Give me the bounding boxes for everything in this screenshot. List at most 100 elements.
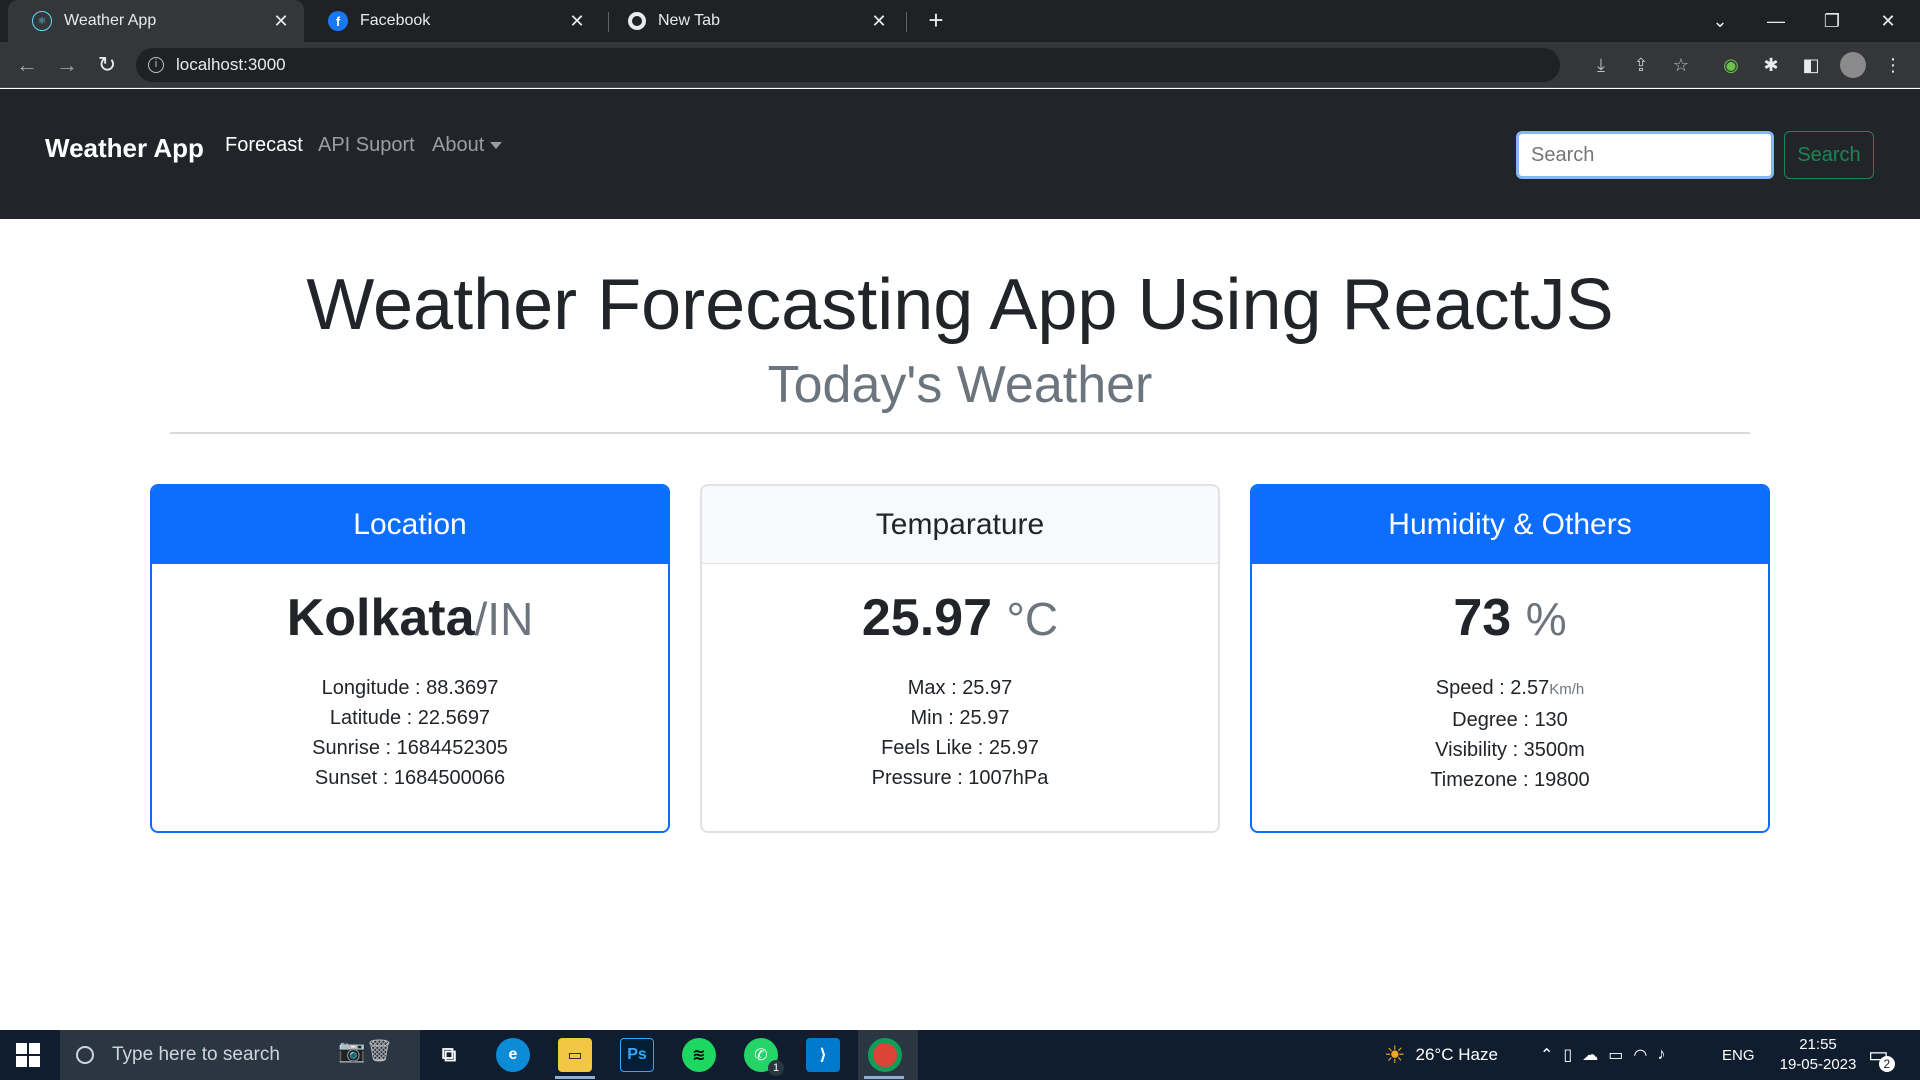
react-icon: ⚛ [32,11,52,31]
share-icon[interactable]: ⇪ [1628,52,1654,78]
install-app-icon[interactable]: ⤓ [1588,52,1614,78]
menu-kebab-icon[interactable]: ⋮ [1880,52,1906,78]
taskbar: Type here to search 📷🗑 ⧉ e ▭ Ps ≋ ✆ 1 ⟩ … [0,1030,1920,1080]
windows-start-icon[interactable] [16,1043,40,1067]
speed-label: Speed : 2.57 [1435,677,1550,699]
temp-unit: °C [1006,593,1059,645]
whatsapp-badge: 1 [768,1060,784,1076]
tab-title: Weather App [64,12,157,29]
browser-tab-bar: ⚛ Weather App ✕ f Facebook ✕ New Tab ✕ +… [0,0,1920,42]
active-indicator [864,1076,904,1079]
notifications-button[interactable]: ▭ 2 [1868,1030,1895,1080]
longitude: Longitude : 88.3697 [321,677,499,699]
search-input[interactable] [1516,131,1774,179]
close-icon[interactable]: ✕ [566,11,588,32]
search-icon [76,1046,94,1064]
forward-button[interactable]: → [52,50,82,80]
extension-icon[interactable]: ◉ [1718,52,1744,78]
humidity-number: 73 [1453,589,1512,647]
card-body: 25.97 °C Max : 25.97 Min : 25.97 Feels L… [702,564,1218,793]
card-body: 73 % Speed : 2.57Km/h Degree : 130 Visib… [1252,564,1768,795]
close-icon: ✕ [1880,10,1896,31]
location-details: Longitude : 88.3697 Latitude : 22.5697 S… [152,673,668,793]
close-icon[interactable]: ✕ [270,11,292,32]
humidity-unit: % [1525,593,1567,645]
sunset: Sunset : 1684500066 [314,767,506,789]
url-text: localhost:3000 [176,55,286,74]
clock-time: 21:55 [1799,1036,1837,1053]
restore-button[interactable]: ❐ [1804,0,1860,42]
about-label: About [432,134,485,156]
nav-dropdown-about[interactable]: About [432,134,503,157]
device-icon: ▯ [1563,1047,1583,1064]
wind-degree: Degree : 130 [1452,709,1568,731]
taskbar-search[interactable]: Type here to search 📷🗑 [60,1030,420,1080]
humidity-details: Speed : 2.57Km/h Degree : 130 Visibility… [1252,673,1768,795]
system-tray-icons[interactable]: ⌃ ▯ ☁ ▭ ◠ ♪ [1540,1030,1675,1080]
bookmark-star-icon[interactable]: ☆ [1668,52,1694,78]
close-icon[interactable]: ✕ [868,11,890,32]
search-button[interactable]: Search [1784,131,1874,179]
tab-separator [906,12,907,32]
language-indicator[interactable]: ENG [1722,1030,1755,1080]
card-header: Temparature [702,486,1218,564]
humidity-value: 73 % [1252,586,1768,651]
tab-weather-app[interactable]: ⚛ Weather App ✕ [8,0,304,42]
tab-search-button[interactable]: ⌄ [1692,0,1748,42]
tab-title: Facebook [360,12,431,29]
info-icon: i [148,57,164,73]
notification-count: 2 [1878,1056,1895,1072]
sunrise: Sunrise : 1684452305 [312,737,508,759]
close-window-button[interactable]: ✕ [1860,0,1916,42]
reload-button[interactable]: ↻ [92,50,122,80]
latitude: Latitude : 22.5697 [329,707,491,729]
restore-icon: ❐ [1823,10,1841,31]
taskbar-search-placeholder: Type here to search [112,1044,280,1065]
address-bar: ← → ↻ i localhost:3000 ⤓ ⇪ ☆ ◉ ✱ ◧ ⋮ [0,42,1920,88]
temperature-details: Max : 25.97 Min : 25.97 Feels Like : 25.… [702,673,1218,793]
cloud-icon: ☁ [1582,1047,1609,1064]
back-button[interactable]: ← [12,50,42,80]
feels-like: Feels Like : 25.97 [881,737,1039,759]
chevron-down-icon: ⌄ [1712,10,1728,31]
weather-text: 26°C Haze [1415,1045,1498,1064]
haze-weather-icon: ☀ [1384,1041,1406,1069]
chrome-taskbar-icon[interactable] [868,1038,902,1072]
location-card: Location Kolkata/IN Longitude : 88.3697 … [150,484,670,833]
clock-date: 19-05-2023 [1779,1056,1857,1073]
clock[interactable]: 21:55 19-05-2023 [1768,1030,1868,1080]
puzzle-extensions-icon[interactable]: ✱ [1758,52,1784,78]
caret-down-icon [490,142,503,150]
task-view-icon[interactable]: ⧉ [432,1038,466,1072]
tab-title: New Tab [658,12,720,29]
spotify-icon[interactable]: ≋ [682,1038,716,1072]
speed-unit: Km/h [1549,681,1585,698]
facebook-icon: f [328,11,348,31]
navbar-brand[interactable]: Weather App [45,133,204,164]
location-value: Kolkata/IN [152,586,668,651]
side-panel-icon[interactable]: ◧ [1798,52,1824,78]
url-field[interactable]: i localhost:3000 [136,48,1560,82]
profile-avatar[interactable] [1840,52,1866,78]
minimize-icon: — [1767,10,1785,31]
min-temp: Min : 25.97 [910,707,1010,729]
new-tab-button[interactable]: + [922,6,950,34]
tab-new-tab[interactable]: New Tab ✕ [604,0,902,42]
photoshop-icon[interactable]: Ps [620,1038,654,1072]
minimize-button[interactable]: — [1748,0,1804,42]
humidity-card: Humidity & Others 73 % Speed : 2.57Km/h … [1250,484,1770,833]
nav-link-api-support[interactable]: API Suport [318,134,415,157]
chevron-up-icon: ⌃ [1540,1047,1564,1064]
nav-link-forecast[interactable]: Forecast [225,134,303,157]
edge-icon[interactable]: e [496,1038,530,1072]
tab-facebook[interactable]: f Facebook ✕ [304,0,600,42]
weather-widget[interactable]: ☀ 26°C Haze [1384,1030,1498,1080]
temperature-value: 25.97 °C [702,586,1218,651]
vscode-icon[interactable]: ⟩ [806,1038,840,1072]
page-subtitle: Today's Weather [767,356,1153,414]
file-explorer-icon[interactable]: ▭ [558,1038,592,1072]
divider [170,432,1750,434]
visibility: Visibility : 3500m [1435,739,1585,761]
card-header: Humidity & Others [1252,486,1768,564]
battery-icon: ▭ [1608,1047,1634,1064]
